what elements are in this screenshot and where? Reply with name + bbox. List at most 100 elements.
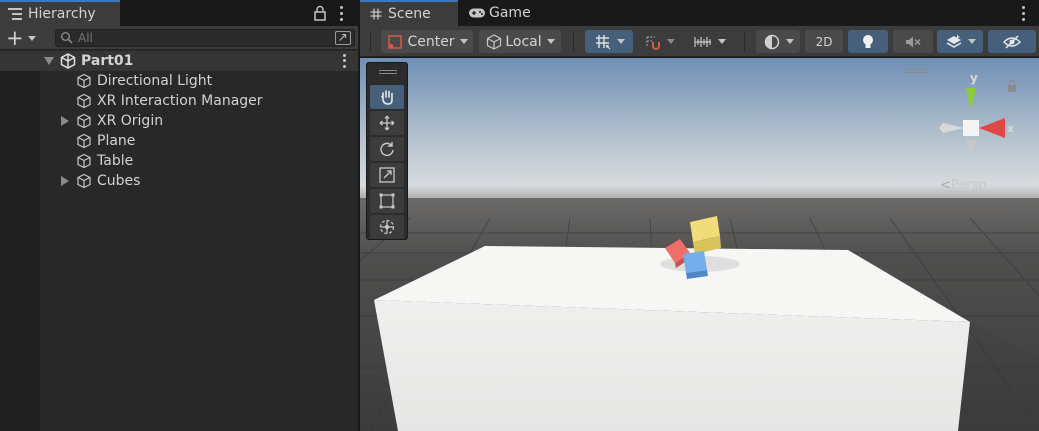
hierarchy-item-label: XR Origin — [97, 113, 164, 129]
effects-dropdown[interactable] — [937, 30, 983, 53]
scene-root-row[interactable]: Part01 — [0, 51, 358, 71]
game-tab-label: Game — [489, 5, 531, 21]
gizmo-center-cube[interactable] — [963, 120, 979, 136]
chevron-down-icon — [967, 39, 976, 44]
scene-viewport[interactable]: y x <Persp — [360, 58, 1039, 431]
scene-tab-label: Scene — [388, 6, 431, 22]
hierarchy-item-xr-interaction-manager[interactable]: XR Interaction Manager — [60, 91, 263, 111]
tools-drag-handle[interactable] — [379, 70, 397, 74]
scene-tab-bar: Scene Game — [360, 0, 1039, 26]
hierarchy-item-xr-origin[interactable]: XR Origin — [60, 111, 163, 131]
tab-hierarchy[interactable]: Hierarchy — [0, 0, 120, 26]
pivot-rotation-dropdown[interactable]: Local — [479, 30, 561, 53]
hierarchy-item-plane[interactable]: Plane — [60, 131, 135, 151]
gizmo-neg-y-axis[interactable] — [966, 140, 976, 156]
add-object-button[interactable]: + — [6, 26, 42, 50]
plus-icon: + — [6, 26, 24, 50]
tab-scene[interactable]: Scene — [360, 0, 458, 26]
lighting-toggle[interactable] — [848, 30, 888, 53]
overlay-drag-handle[interactable] — [906, 69, 926, 73]
rect-tool-button[interactable] — [370, 189, 404, 213]
toolbar-separator — [370, 32, 371, 51]
scene-toolbar: Center Local 2D — [360, 26, 1039, 57]
gizmo-neg-x-axis[interactable] — [939, 123, 964, 133]
chevron-down-icon — [666, 39, 675, 44]
toolbar-separator — [744, 32, 745, 51]
hierarchy-item-label: Directional Light — [97, 73, 213, 89]
hierarchy-item-label: Plane — [97, 133, 136, 149]
hierarchy-gutter — [0, 51, 40, 431]
increment-snapping-dropdown[interactable] — [636, 30, 682, 53]
pivot-mode-label: Center — [407, 33, 455, 50]
projection-label[interactable]: <Persp — [940, 178, 987, 193]
gizmo-x-label: x — [1007, 122, 1014, 135]
scale-icon — [379, 167, 395, 183]
ruler-icon — [693, 36, 711, 47]
scene-menu-button[interactable] — [339, 53, 349, 69]
rotate-tool-button[interactable] — [370, 137, 404, 161]
gameobject-cube-icon — [77, 133, 91, 149]
hand-tool-button[interactable] — [370, 85, 404, 109]
hierarchy-item-label: Cubes — [97, 173, 141, 189]
chevron-down-icon — [546, 39, 555, 44]
orientation-gizmo[interactable]: y x — [935, 70, 1015, 170]
hierarchy-tab-label: Hierarchy — [28, 6, 96, 22]
hierarchy-item-label: XR Interaction Manager — [97, 93, 263, 109]
gameobject-cube-icon — [77, 113, 91, 129]
scale-tool-button[interactable] — [370, 163, 404, 187]
scene-visibility-toggle[interactable] — [988, 30, 1036, 53]
tab-game[interactable]: Game — [458, 0, 548, 26]
chevron-down-icon — [785, 39, 794, 44]
hierarchy-list-icon — [8, 8, 22, 20]
search-input[interactable] — [78, 31, 318, 45]
effects-layers-icon — [946, 33, 961, 48]
hierarchy-item-cubes[interactable]: Cubes — [60, 171, 140, 191]
lock-icon[interactable] — [313, 5, 327, 21]
chevron-down-icon — [27, 35, 36, 41]
gizmo-x-axis[interactable] — [979, 118, 1005, 138]
eye-hidden-icon — [1003, 34, 1021, 49]
chevron-down-icon — [459, 39, 468, 44]
fold-open-icon[interactable] — [44, 57, 54, 65]
hierarchy-tree: Part01 Directional Light XR Interaction … — [0, 51, 358, 431]
tools-overlay — [366, 62, 408, 240]
back-chevron-icon: < — [940, 178, 951, 193]
ruler-snapping-dropdown[interactable] — [686, 30, 732, 53]
scene-panel: Scene Game Center Local 2D y x <Persp — [360, 0, 1039, 431]
gizmo-y-axis[interactable] — [966, 88, 976, 110]
hierarchy-tab-bar: Hierarchy — [0, 0, 358, 26]
magnet-snap-icon — [645, 35, 660, 50]
search-filter-icon[interactable] — [335, 31, 351, 45]
search-field[interactable] — [55, 29, 355, 47]
grid-snapping-toggle[interactable] — [585, 30, 633, 53]
hierarchy-menu-button[interactable] — [336, 4, 346, 22]
gameobject-cube-icon — [77, 173, 91, 189]
shading-mode-dropdown[interactable] — [756, 30, 800, 53]
scene-menu-button[interactable] — [1018, 4, 1028, 22]
move-tool-button[interactable] — [370, 111, 404, 135]
gizmo-y-label: y — [970, 71, 978, 85]
2d-mode-label: 2D — [815, 34, 833, 49]
gamepad-icon — [469, 8, 485, 18]
view-lock-icon[interactable] — [1006, 79, 1018, 93]
gameobject-cube-icon — [77, 93, 91, 109]
grid-snap-icon — [595, 34, 610, 49]
grid-icon — [370, 8, 382, 20]
transform-icon — [379, 219, 395, 235]
shading-sphere-icon — [764, 34, 779, 49]
gameobject-cube-icon — [77, 153, 91, 169]
hand-icon — [381, 90, 393, 105]
gameobject-cube-icon — [77, 73, 91, 89]
rotate-icon — [380, 142, 394, 156]
transform-tool-button[interactable] — [370, 215, 404, 239]
hierarchy-item-directional-light[interactable]: Directional Light — [60, 71, 212, 91]
fold-closed-icon[interactable] — [61, 176, 69, 186]
2d-mode-toggle[interactable]: 2D — [805, 30, 843, 53]
fold-closed-icon[interactable] — [61, 116, 69, 126]
hierarchy-item-table[interactable]: Table — [60, 151, 133, 171]
toolbar-separator — [573, 32, 574, 51]
audio-toggle[interactable] — [893, 30, 933, 53]
blue-cube — [683, 251, 708, 279]
pivot-mode-dropdown[interactable]: Center — [381, 30, 473, 53]
pivot-center-icon — [388, 34, 403, 49]
